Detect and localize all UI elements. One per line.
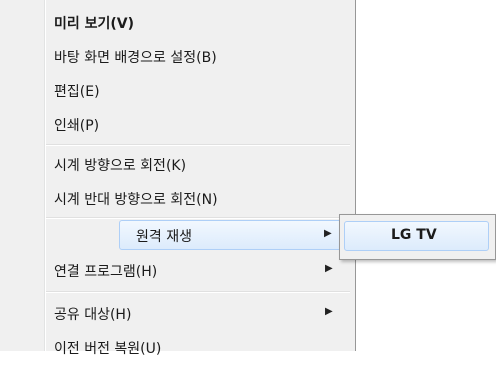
menu-item-label: 이전 버전 복원(U)	[54, 341, 162, 357]
menu-item-edit[interactable]: 편집(E)	[44, 74, 349, 108]
menu-item-set-desktop-background[interactable]: 바탕 화면 배경으로 설정(B)	[44, 40, 349, 74]
menu-item-label: 편집(E)	[54, 84, 100, 100]
menu-separator	[46, 217, 350, 219]
menu-separator	[46, 144, 350, 146]
menu-item-label: 인쇄(P)	[54, 118, 100, 134]
menu-item-label: 원격 재생	[136, 229, 192, 245]
menu-item-label: 연결 프로그램(H)	[54, 264, 158, 280]
menu-item-rotate-clockwise[interactable]: 시계 방향으로 회전(K)	[44, 148, 349, 182]
menu-item-preview[interactable]: 미리 보기(V)	[44, 6, 349, 40]
menu-item-open-with[interactable]: 연결 프로그램(H) ▶	[44, 254, 349, 288]
menu-separator	[46, 291, 350, 293]
menu-item-label: 미리 보기(V)	[54, 16, 135, 32]
menu-item-label: 공유 대상(H)	[54, 307, 132, 323]
submenu-item-lg-tv[interactable]: LG TV	[344, 221, 489, 251]
menu-item-restore-previous-versions[interactable]: 이전 버전 복원(U)	[44, 331, 349, 365]
menu-item-play-to[interactable]: 원격 재생 ▶	[119, 220, 347, 250]
menu-item-share-with[interactable]: 공유 대상(H) ▶	[44, 297, 349, 331]
menu-item-label: 바탕 화면 배경으로 설정(B)	[54, 50, 217, 66]
submenu-arrow-icon: ▶	[324, 228, 332, 239]
play-to-submenu: LG TV	[339, 214, 496, 260]
submenu-arrow-icon: ▶	[325, 306, 333, 317]
context-menu: 미리 보기(V) 바탕 화면 배경으로 설정(B) 편집(E) 인쇄(P) 시계…	[0, 0, 356, 357]
menu-item-rotate-counterclockwise[interactable]: 시계 반대 방향으로 회전(N)	[44, 182, 349, 216]
submenu-arrow-icon: ▶	[325, 263, 333, 274]
menu-item-print[interactable]: 인쇄(P)	[44, 108, 349, 142]
menu-item-label: 시계 방향으로 회전(K)	[54, 158, 187, 174]
submenu-item-label: LG TV	[391, 227, 437, 243]
menu-item-label: 시계 반대 방향으로 회전(N)	[54, 192, 218, 208]
